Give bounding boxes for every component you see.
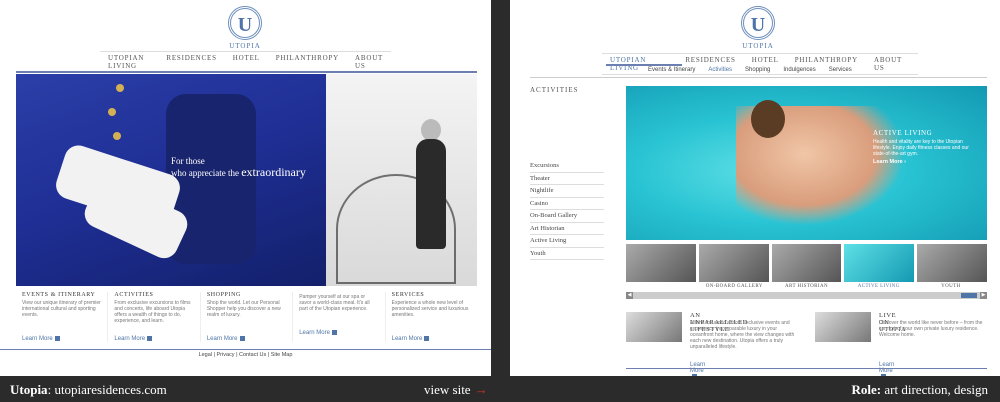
logo-name: UTOPIA bbox=[742, 42, 774, 50]
arrow-square-icon bbox=[239, 336, 245, 341]
role-caption: Role: art direction, design bbox=[851, 382, 988, 397]
button-decor bbox=[108, 108, 116, 116]
side-item-art-historian[interactable]: Art Historian bbox=[530, 223, 604, 235]
logo-name: UTOPIA bbox=[229, 42, 261, 50]
wreath-icon: U bbox=[228, 6, 262, 40]
sub-nav: Events & Itinerary Activities Shopping I… bbox=[648, 67, 865, 73]
nav-item-about-us[interactable]: About Us bbox=[347, 54, 391, 70]
subnav-line bbox=[530, 77, 987, 78]
arrow-square-icon bbox=[424, 336, 430, 341]
swimmer-head bbox=[751, 100, 785, 138]
learn-more-link[interactable]: Learn More bbox=[22, 336, 101, 342]
thumbnail-active[interactable] bbox=[844, 244, 915, 282]
column-services: Services Experience a whole new level of… bbox=[386, 292, 477, 342]
arrow-square-icon bbox=[147, 336, 153, 341]
side-item-youth[interactable]: Youth bbox=[530, 248, 604, 260]
butler-head bbox=[421, 119, 441, 141]
nav-underline bbox=[16, 71, 477, 73]
side-item-active-living[interactable]: Active Living bbox=[530, 235, 604, 248]
thumbnail[interactable] bbox=[771, 244, 842, 282]
learn-more-link[interactable]: Learn More bbox=[690, 362, 705, 376]
nav-item-utopian-living[interactable]: Utopian Living bbox=[100, 54, 158, 70]
column-events: Events & Itinerary View our unique itine… bbox=[16, 292, 109, 343]
subnav-services[interactable]: Services bbox=[829, 67, 852, 73]
logo[interactable]: U UTOPIA bbox=[728, 6, 788, 50]
promo-image bbox=[815, 312, 871, 342]
wreath-icon: U bbox=[741, 6, 775, 40]
column-shopping: Shopping Shop the world. Let our Persona… bbox=[201, 292, 294, 343]
main-nav: Utopian Living Residences Hotel Philanth… bbox=[100, 51, 391, 73]
promo-image bbox=[626, 312, 682, 342]
view-site-link[interactable]: view site → bbox=[424, 382, 488, 398]
legal-links[interactable]: Legal | Privacy | Contact Us | Site Map bbox=[0, 349, 491, 358]
thumbnail-strip bbox=[626, 244, 987, 282]
arrow-square-icon bbox=[54, 336, 60, 341]
footer-line bbox=[626, 368, 987, 369]
learn-more-link[interactable]: Learn More bbox=[114, 336, 193, 342]
learn-more-link[interactable]: Learn More bbox=[879, 362, 894, 376]
side-item-nightlife[interactable]: Nightlife bbox=[530, 185, 604, 198]
button-decor bbox=[116, 84, 124, 92]
thumbnail[interactable] bbox=[917, 244, 987, 282]
divider bbox=[491, 0, 510, 376]
subnav-events[interactable]: Events & Itinerary bbox=[648, 67, 695, 73]
feature-columns: Events & Itinerary View our unique itine… bbox=[16, 292, 477, 343]
subnav-activities[interactable]: Activities bbox=[708, 67, 732, 73]
thumbnail-labels: On-Board Gallery Art Historian Active Li… bbox=[705, 284, 961, 289]
feature-caption: Active Living Health and vitality are ke… bbox=[873, 129, 978, 165]
nav-item-hotel[interactable]: Hotel bbox=[225, 54, 268, 70]
scroll-left-icon[interactable]: ◀ bbox=[626, 292, 633, 299]
side-item-excursions[interactable]: Excursions bbox=[530, 160, 604, 173]
arrow-square-icon bbox=[331, 330, 337, 335]
subnav-indulgences[interactable]: Indulgences bbox=[783, 67, 815, 73]
side-menu: Excursions Theater Nightlife Casino On-B… bbox=[530, 160, 604, 260]
caption-bar: Utopia: utopiaresidences.com view site → … bbox=[0, 376, 1000, 402]
learn-more-link[interactable]: Learn More bbox=[207, 336, 286, 342]
pool-feature-image: Active Living Health and vitality are ke… bbox=[626, 86, 987, 240]
scroll-thumb[interactable] bbox=[961, 293, 977, 298]
logo[interactable]: U UTOPIA bbox=[215, 6, 275, 50]
scroll-right-icon[interactable]: ▶ bbox=[980, 292, 987, 299]
column-activities: Activities From exclusive excursions to … bbox=[108, 292, 201, 343]
thumbnail[interactable] bbox=[626, 244, 696, 282]
button-decor bbox=[113, 132, 121, 140]
butler-figure bbox=[416, 139, 446, 249]
hero-tagline: For those who appreciate the extraordina… bbox=[171, 156, 306, 179]
nav-item-residences[interactable]: Residences bbox=[158, 54, 224, 70]
thumbnail-scrollbar[interactable]: ◀ ▶ bbox=[626, 292, 987, 299]
nav-active-underline bbox=[606, 64, 682, 66]
column-spa: Pamper yourself at our spa or savor a wo… bbox=[293, 292, 386, 343]
left-screenshot-panel: U UTOPIA Utopian Living Residences Hotel… bbox=[0, 0, 491, 376]
subnav-shopping[interactable]: Shopping bbox=[745, 67, 770, 73]
right-screenshot-panel: U UTOPIA Utopian Living Residences Hotel… bbox=[510, 0, 1000, 376]
side-item-casino[interactable]: Casino bbox=[530, 198, 604, 210]
side-item-gallery[interactable]: On-Board Gallery bbox=[530, 210, 604, 223]
nav-item-about-us[interactable]: About Us bbox=[866, 56, 918, 72]
learn-more-link[interactable]: Learn More bbox=[392, 336, 471, 342]
thumbnail[interactable] bbox=[698, 244, 769, 282]
hero-image: For those who appreciate the extraordina… bbox=[16, 74, 477, 286]
feature-learn-more-link[interactable]: Learn More › bbox=[873, 159, 978, 165]
learn-more-link[interactable]: Learn More bbox=[299, 330, 378, 336]
nav-item-philanthropy[interactable]: Philanthropy bbox=[268, 54, 347, 70]
site-caption: Utopia: utopiaresidences.com bbox=[10, 382, 167, 397]
arrow-right-icon: → bbox=[474, 382, 488, 397]
section-heading: Activities bbox=[530, 86, 579, 94]
side-item-theater[interactable]: Theater bbox=[530, 173, 604, 185]
